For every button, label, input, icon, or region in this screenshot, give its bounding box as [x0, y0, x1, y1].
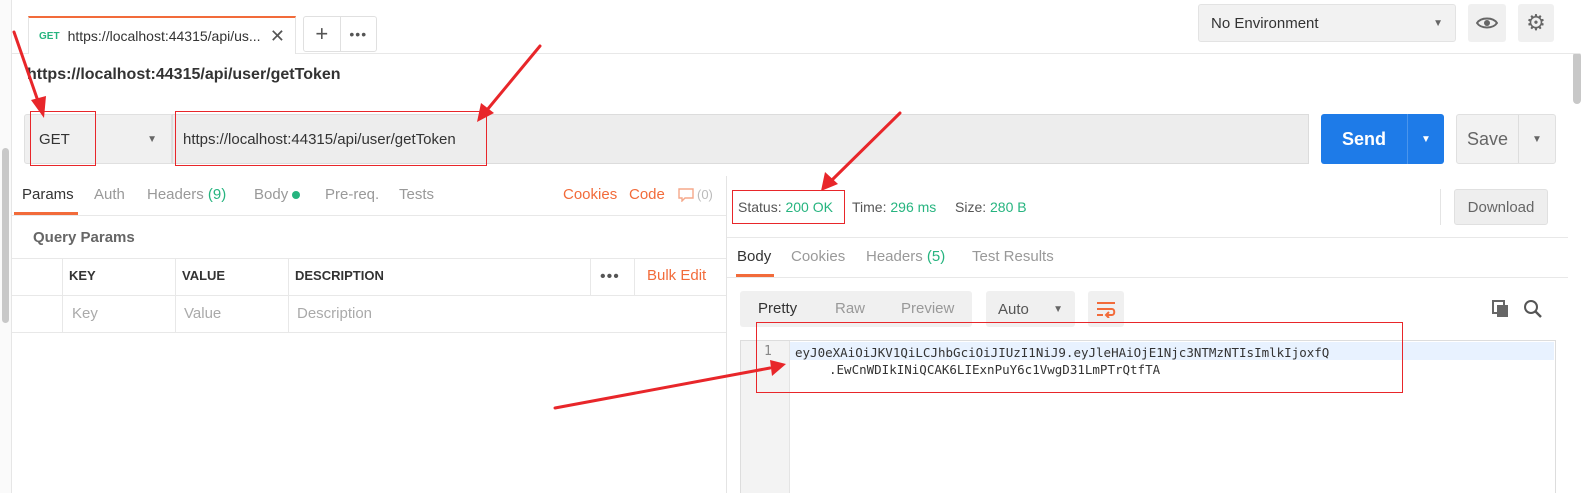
annotation-arrow-method — [12, 30, 41, 106]
annotation-arrow-status — [830, 111, 902, 182]
annotation-arrow-url — [485, 44, 542, 112]
annotation-arrows — [12, 30, 902, 410]
annotation-arrow-body — [553, 366, 772, 410]
